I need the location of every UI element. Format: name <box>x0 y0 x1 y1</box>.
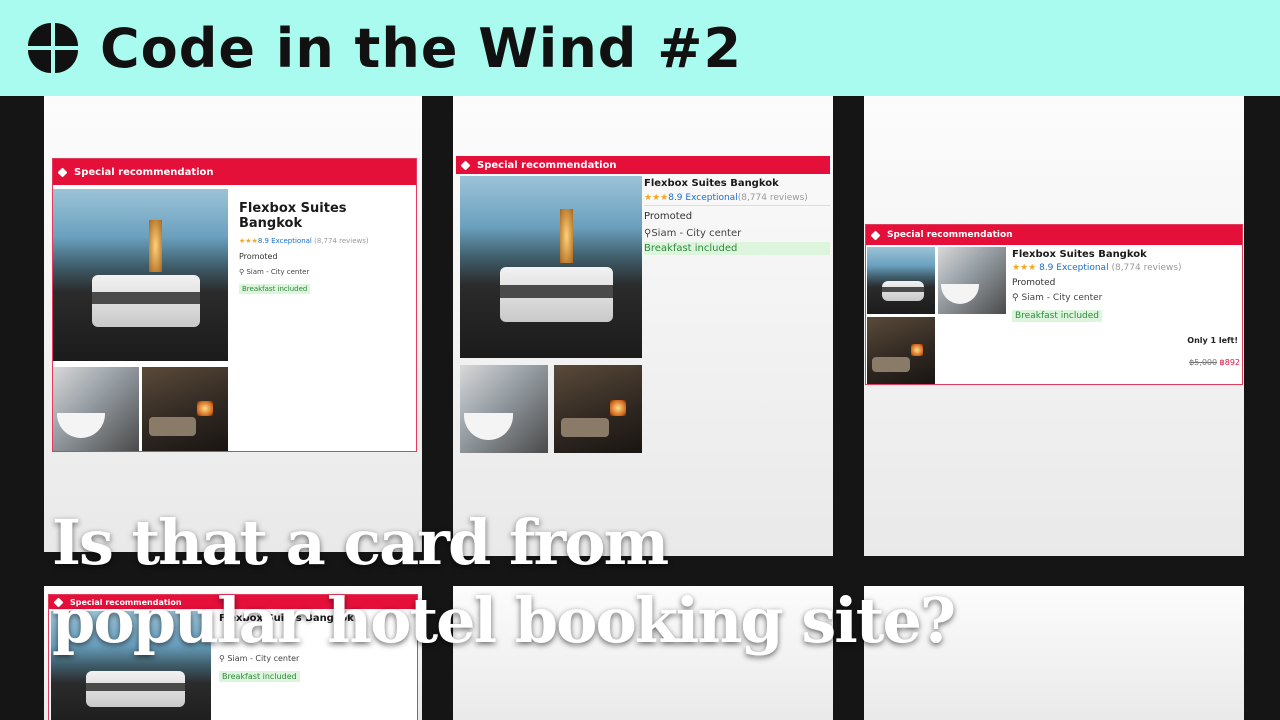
rating-score: 8.9 Exceptional <box>668 193 738 203</box>
review-count: (8,774 reviews) <box>1111 263 1182 273</box>
breakfast-badge: Breakfast included <box>644 242 830 255</box>
review-count: (8,774 reviews) <box>737 193 808 203</box>
hotel-photo-bedroom[interactable] <box>53 189 228 361</box>
hotel-photo-bedroom[interactable] <box>460 176 642 358</box>
breakfast-badge: Breakfast included <box>239 284 311 294</box>
tag-icon <box>870 230 881 240</box>
rating-row: ★★★8.9 Exceptional(8,774 reviews) <box>644 193 830 206</box>
old-price: ฿5,000 <box>1189 358 1218 367</box>
banner-label: Special recommendation <box>74 166 214 178</box>
banner-label: Special recommendation <box>887 230 1013 240</box>
hotel-name[interactable]: Flexbox Suites Bangkok <box>644 178 830 189</box>
promoted-label: Promoted <box>644 211 693 222</box>
header-bar: Code in the Wind #2 <box>0 0 1280 96</box>
promoted-label: Promoted <box>239 252 278 261</box>
promoted-label: Promoted <box>1012 278 1056 288</box>
hotel-photo-lounge[interactable] <box>867 317 935 384</box>
hotel-photo-lounge[interactable] <box>554 365 642 453</box>
star-rating-icon: ★★★ <box>239 237 258 245</box>
hotel-card[interactable]: Special recommendation Flexbox Suites Ba… <box>52 158 417 452</box>
panel-layout-1: Special recommendation Flexbox Suites Ba… <box>44 96 422 552</box>
hotel-info: Flexbox Suites Bangkok ★★★ 8.9 Exception… <box>1012 249 1242 322</box>
hotel-card[interactable]: Special recommendation Flexbox Suites Ba… <box>865 224 1243 385</box>
banner-label: Special recommendation <box>477 159 617 171</box>
tag-icon <box>460 160 471 170</box>
hotel-info: Flexbox Suites Bangkok ★★★8.9 Exceptiona… <box>239 201 414 295</box>
star-rating-icon: ★★★ <box>644 193 669 203</box>
location-text: Siam - City center <box>651 228 742 239</box>
panel-layout-3: Special recommendation Flexbox Suites Ba… <box>864 96 1244 556</box>
video-caption: Is that a card from popular hotel bookin… <box>52 504 956 660</box>
hotel-name[interactable]: Flexbox Suites Bangkok <box>1012 249 1242 260</box>
hotel-photo-lounge[interactable] <box>142 367 228 451</box>
breakfast-badge: Breakfast included <box>1012 310 1103 322</box>
availability-label: Only 1 left! <box>1187 336 1238 345</box>
location-row: ⚲ Siam - City center <box>1012 293 1242 303</box>
hotel-name[interactable]: Flexbox Suites Bangkok <box>239 201 414 231</box>
rating-row: ★★★ 8.9 Exceptional (8,774 reviews) <box>1012 263 1242 273</box>
star-rating-icon: ★★★ <box>1012 263 1037 273</box>
hotel-info: Flexbox Suites Bangkok ★★★8.9 Exceptiona… <box>644 178 830 255</box>
location-text: Siam - City center <box>1021 293 1103 303</box>
review-count: (8,774 reviews) <box>314 237 369 245</box>
special-recommendation-banner: Special recommendation <box>53 159 416 185</box>
hotel-photo-bathroom[interactable] <box>938 247 1006 314</box>
hotel-photo-bedroom[interactable] <box>867 247 935 314</box>
video-title: Code in the Wind #2 <box>100 16 743 80</box>
rating-row: ★★★8.9 Exceptional (8,774 reviews) <box>239 237 414 245</box>
tag-icon <box>57 167 68 177</box>
hotel-card[interactable]: Special recommendation Flexbox Suites Ba… <box>456 156 830 456</box>
caption-line-2: popular hotel booking site? <box>52 584 956 657</box>
location-text: Siam - City center <box>246 268 310 276</box>
breakfast-badge: Breakfast included <box>219 671 300 682</box>
four-quadrant-logo-icon <box>28 23 78 73</box>
hotel-photo-bathroom[interactable] <box>53 367 139 451</box>
location-row: ⚲ Siam - City center <box>239 268 414 276</box>
price-row: ฿5,000 ฿892 <box>1189 358 1240 367</box>
discounted-price: ฿892 <box>1219 358 1240 367</box>
special-recommendation-banner: Special recommendation <box>456 156 830 174</box>
rating-score: 8.9 Exceptional <box>257 237 312 245</box>
hotel-photo-bathroom[interactable] <box>460 365 548 453</box>
rating-score: 8.9 Exceptional <box>1039 263 1109 273</box>
special-recommendation-banner: Special recommendation <box>866 225 1242 245</box>
caption-line-1: Is that a card from <box>52 506 669 579</box>
location-row: ⚲Siam - City center <box>644 228 830 239</box>
panel-layout-2: Special recommendation Flexbox Suites Ba… <box>453 96 833 556</box>
